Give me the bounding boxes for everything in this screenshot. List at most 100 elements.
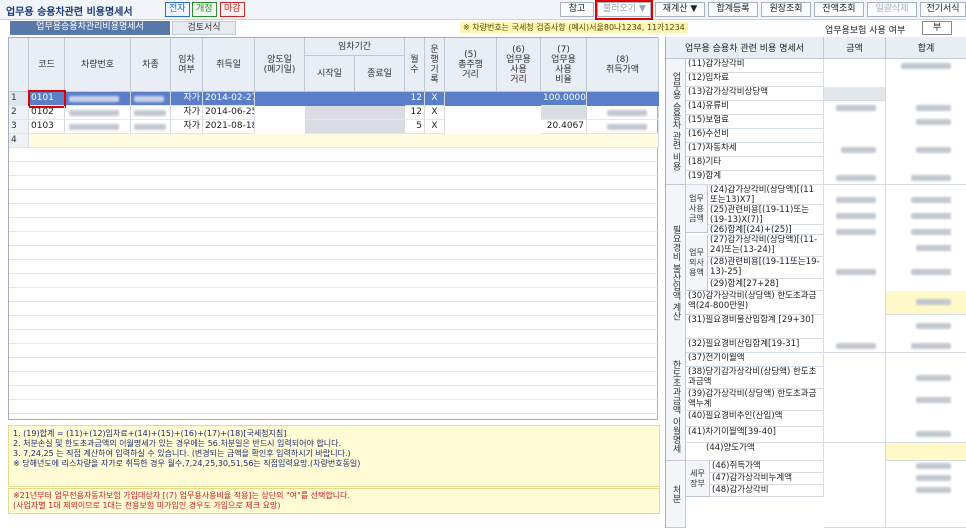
lease-period-cell[interactable] <box>305 106 405 120</box>
new-row[interactable] <box>29 134 659 148</box>
amount-cell[interactable] <box>824 87 886 101</box>
subsection-non-biz: 업무 외사 용액 <box>686 235 708 291</box>
header-item: 업무용 승용차 관련 비용 명세서 <box>666 37 824 59</box>
months-cell[interactable]: 12 <box>405 92 425 106</box>
blurred-value <box>911 175 951 181</box>
item-label: (12)임차료 <box>686 73 824 87</box>
blurred-value <box>911 229 951 235</box>
header-total: 합계 <box>886 37 966 59</box>
lease-period-cell[interactable] <box>305 120 405 134</box>
blurred-value <box>916 375 951 381</box>
insurance-notes: ※21년부터 업무전용자동차보험 가입대상자 [(7) 업무용사용비율 적용]는… <box>8 488 660 514</box>
tab-review-form[interactable]: 검토서식 <box>172 21 236 35</box>
empty-rows <box>9 148 659 420</box>
blurred-value <box>836 229 876 235</box>
log-cell[interactable]: X <box>425 106 445 120</box>
model-cell[interactable] <box>131 106 171 120</box>
item-label: (13)감가상각비상당액 <box>686 87 824 101</box>
note-line: ※ 당해년도에 리스차량을 자가로 취득한 경우 월수,7,24,25,30,5… <box>13 459 361 468</box>
ratio-cell[interactable] <box>541 106 587 120</box>
acq-cost-cell[interactable] <box>587 120 659 134</box>
header-log: 운 행 기 록 <box>425 38 445 92</box>
badge-electronic[interactable]: 전자 <box>165 2 190 17</box>
bulk-delete-button[interactable]: 일괄삭제 <box>867 2 917 17</box>
item-label: (26)합계[(24)+(25)] <box>708 225 824 235</box>
item-label: (28)관련비용[(19-11또는19-13)-25] <box>708 257 824 279</box>
acq-cost-cell[interactable] <box>587 106 659 120</box>
row-number: 4 <box>9 134 29 148</box>
acq-date-cell[interactable]: 2014-06-25 <box>203 106 255 120</box>
item-label: (38)당기감가상각비(상당액) 한도초과금액 <box>686 367 824 389</box>
header-lease-period: 임차기간 <box>305 38 405 56</box>
row-number: 3 <box>9 120 29 134</box>
header-end: 종료일 <box>355 56 405 92</box>
prior-form-button[interactable]: 전기서식 <box>920 2 966 17</box>
model-cell[interactable] <box>131 120 171 134</box>
months-cell[interactable]: 12 <box>405 106 425 120</box>
item-label: (25)관련비용[(19-11)또는(19-13)X(7)] <box>708 205 824 225</box>
row-number: 2 <box>9 106 29 120</box>
lease-cell[interactable]: 자가 <box>171 92 203 106</box>
item-label: (48)감가상각비 <box>710 485 824 497</box>
header-acq-cost: (8) 취득가액 <box>587 38 659 92</box>
item-label: (11)감가상각비 <box>686 59 824 73</box>
blurred-value <box>836 175 876 181</box>
blurred-value <box>916 487 951 493</box>
tab-cost-statement[interactable]: 업무용승용차관리비용명세서 <box>10 21 170 35</box>
note-line: ※21년부터 업무전용자동차보험 가입대상자 [(7) 업무용사용비율 적용]는… <box>13 491 351 500</box>
code-cell[interactable]: 0102 <box>29 106 65 120</box>
blurred-value <box>916 323 951 329</box>
car-no-cell[interactable] <box>65 106 131 120</box>
amount-cell[interactable] <box>824 101 886 185</box>
recalculate-button[interactable]: 재계산 ▼ <box>655 2 705 17</box>
log-cell[interactable]: X <box>425 120 445 134</box>
reference-button[interactable]: 참고 <box>560 2 594 17</box>
item-label: (40)필요경비추인(산입)액 <box>686 411 824 427</box>
total-cell[interactable] <box>886 461 966 528</box>
lease-cell[interactable]: 자가 <box>171 120 203 134</box>
item-label: (17)자동차세 <box>686 143 824 157</box>
ledger-view-button[interactable]: 원장조회 <box>761 2 811 17</box>
car-no-cell[interactable] <box>65 92 131 106</box>
item-label: (18)기타 <box>686 157 824 171</box>
calculation-notes: 1. (19)합계 = (11)+(12)임차료+(14)+(15)+(16)+… <box>8 425 660 487</box>
acq-date-cell[interactable]: 2014-02-27 <box>203 92 255 106</box>
note-line: (사업자별 1대 제외이므로 1대는 전용보험 미가입인 경우도 가입으로 체크… <box>13 501 281 510</box>
load-button-highlight <box>595 0 653 20</box>
code-cell[interactable]: 0103 <box>29 120 65 134</box>
ratio-cell[interactable]: 100.0000 <box>541 92 587 106</box>
total-cell-yellow[interactable] <box>886 443 966 461</box>
amount-cell[interactable] <box>824 443 886 528</box>
months-cell[interactable]: 5 <box>405 120 425 134</box>
note-line: 3. 7,24,25 는 직접 계산하여 입력하실 수 있습니다. (변경되는 … <box>13 449 351 458</box>
item-label: (47)감가상각비누계액 <box>710 473 824 485</box>
item-label: (19)합계 <box>686 171 824 185</box>
item-label: (30)감가상각비(상당액) 한도초과금액(24-800만원) <box>686 291 824 315</box>
lease-cell[interactable]: 자가 <box>171 106 203 120</box>
insurance-select[interactable]: 부 <box>922 21 952 35</box>
blurred-value <box>836 197 876 203</box>
insurance-label: 업무용보험 사용 여부 <box>825 26 906 36</box>
model-cell[interactable] <box>131 92 171 106</box>
acq-date-cell[interactable]: 2021-08-18 <box>203 120 255 134</box>
blurred-value <box>911 213 951 219</box>
badge-revised[interactable]: 개정 <box>192 2 217 17</box>
blurred-value <box>916 147 951 153</box>
badge-closed[interactable]: 마감 <box>220 2 245 17</box>
ratio-cell[interactable]: 20.4067 <box>541 120 587 134</box>
header-lease: 임차 여부 <box>171 38 203 92</box>
item-label: (44)양도가액 <box>686 443 824 461</box>
amount-cell[interactable] <box>824 353 886 443</box>
blurred-value <box>836 105 876 111</box>
blurred-value <box>916 119 951 125</box>
header-biz-distance: (6) 업무용 사용 거리 <box>497 38 541 92</box>
blurred-value <box>911 269 951 275</box>
register-total-button[interactable]: 합계등록 <box>708 2 758 17</box>
balance-view-button[interactable]: 잔액조회 <box>814 2 864 17</box>
item-label: (29)합계[27+28] <box>708 279 824 291</box>
header-transfer-date: 양도일 (폐기일) <box>255 38 305 92</box>
car-no-cell[interactable] <box>65 120 131 134</box>
item-label: (16)수선비 <box>686 129 824 143</box>
header-total-distance: (5) 총주행 거리 <box>445 38 497 92</box>
log-cell[interactable]: X <box>425 92 445 106</box>
